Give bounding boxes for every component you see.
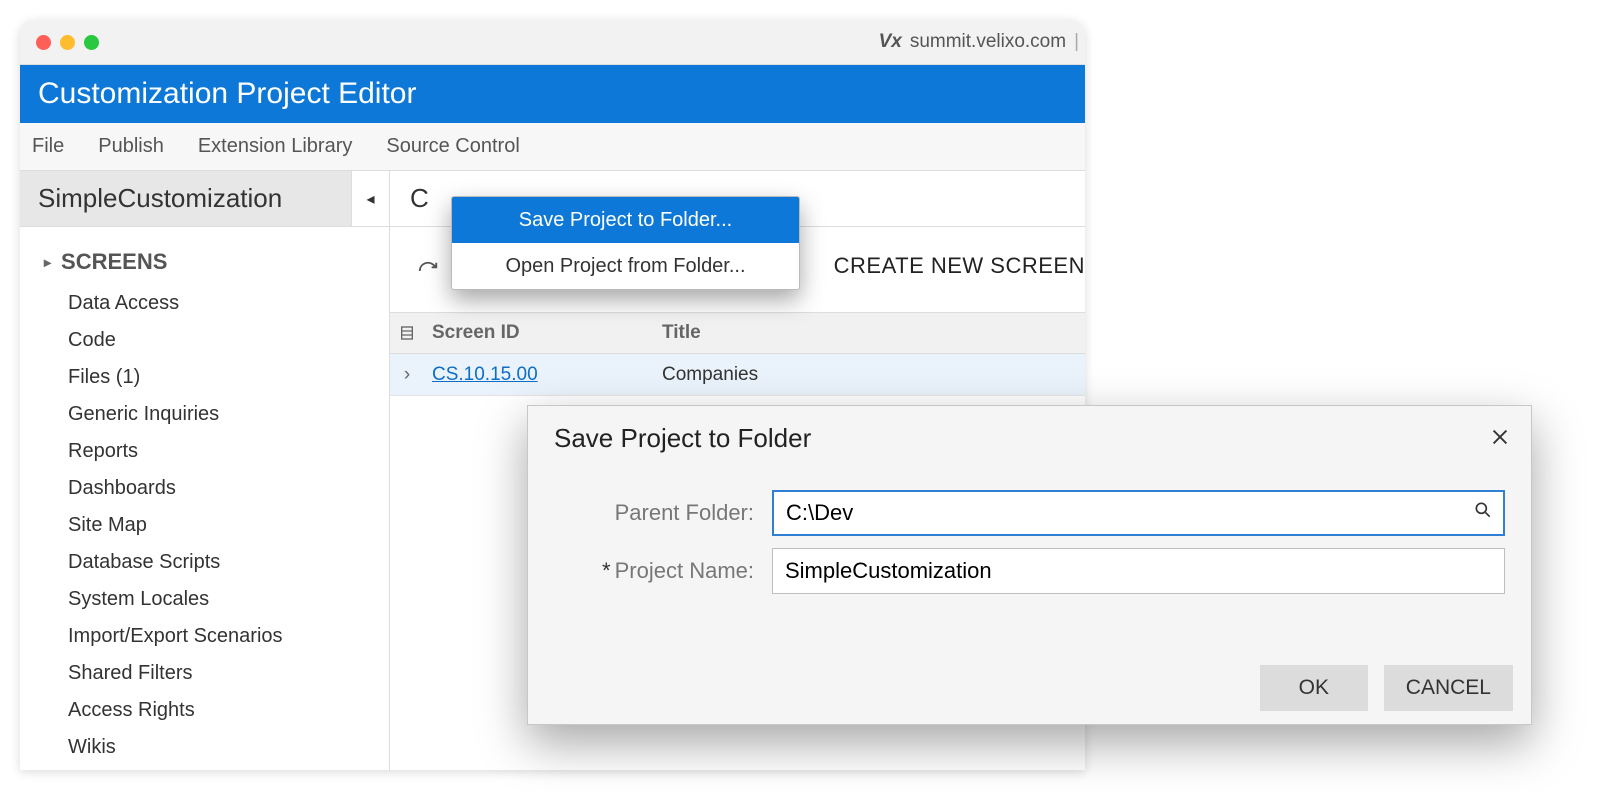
close-window-button[interactable]	[36, 35, 51, 50]
menu-open-project-from-folder[interactable]: Open Project from Folder...	[452, 243, 799, 289]
source-control-dropdown: Save Project to Folder... Open Project f…	[451, 196, 800, 290]
th-title[interactable]: Title	[654, 322, 1085, 344]
parent-folder-input[interactable]	[786, 500, 1491, 526]
dialog-header: Save Project to Folder	[528, 406, 1531, 470]
sidebar: SCREENS Data Access Code Files (1) Gener…	[20, 227, 390, 770]
address-bar: Vx summit.velixo.com |	[879, 20, 1079, 64]
sidebar-item-access-rights[interactable]: Access Rights	[20, 692, 389, 729]
sidebar-item-code[interactable]: Code	[20, 322, 389, 359]
titlebar: Vx summit.velixo.com |	[20, 20, 1085, 65]
sidebar-item-dashboards[interactable]: Dashboards	[20, 470, 389, 507]
project-name-label: *Project Name:	[554, 558, 754, 584]
ok-button[interactable]: OK	[1260, 665, 1368, 711]
menu-save-project-to-folder[interactable]: Save Project to Folder...	[452, 197, 799, 243]
dialog-close-button[interactable]	[1489, 424, 1511, 455]
sidebar-item-files[interactable]: Files (1)	[20, 359, 389, 396]
sidebar-item-database-scripts[interactable]: Database Scripts	[20, 544, 389, 581]
project-name-input[interactable]	[785, 558, 1492, 584]
url-text: summit.velixo.com	[910, 31, 1066, 53]
minimize-window-button[interactable]	[60, 35, 75, 50]
maximize-window-button[interactable]	[84, 35, 99, 50]
dialog-footer: OK CANCEL	[528, 652, 1531, 724]
dialog-title: Save Project to Folder	[554, 423, 811, 454]
sidebar-item-import-export[interactable]: Import/Export Scenarios	[20, 618, 389, 655]
refresh-icon[interactable]	[414, 257, 442, 285]
traffic-lights	[36, 35, 99, 50]
menu-extension-library[interactable]: Extension Library	[198, 135, 353, 158]
sidebar-collapse-toggle[interactable]: ◂	[352, 171, 390, 226]
sidebar-item-data-access[interactable]: Data Access	[20, 285, 389, 322]
sidebar-heading-screens[interactable]: SCREENS	[20, 245, 389, 285]
create-new-screen-button[interactable]: CREATE NEW SCREEN	[834, 253, 1085, 279]
td-title: Companies	[654, 364, 1085, 386]
sidebar-item-reports[interactable]: Reports	[20, 433, 389, 470]
table-row[interactable]: › CS.10.15.00 Companies	[390, 354, 1085, 396]
dialog-body: Parent Folder: *Project Name:	[528, 470, 1531, 652]
td-screen-id[interactable]: CS.10.15.00	[424, 364, 654, 386]
table-header: Screen ID Title	[390, 312, 1085, 354]
sidebar-item-generic-inquiries[interactable]: Generic Inquiries	[20, 396, 389, 433]
th-screen-id[interactable]: Screen ID	[424, 322, 654, 344]
vx-badge: Vx	[879, 31, 902, 53]
sidebar-item-wikis[interactable]: Wikis	[20, 729, 389, 766]
parent-folder-row: Parent Folder:	[554, 484, 1505, 542]
project-name-label: SimpleCustomization	[20, 171, 352, 226]
sidebar-item-shared-filters[interactable]: Shared Filters	[20, 655, 389, 692]
subheader-partial-text: C	[410, 183, 429, 214]
page-title: Customization Project Editor	[38, 77, 417, 111]
column-settings-icon[interactable]	[390, 325, 424, 341]
screen-id-link[interactable]: CS.10.15.00	[432, 364, 538, 385]
menu-source-control[interactable]: Source Control	[386, 135, 519, 158]
screens-table: Screen ID Title › CS.10.15.00 Companies	[390, 312, 1085, 396]
menu-bar: File Publish Extension Library Source Co…	[20, 123, 1085, 171]
cancel-button[interactable]: CANCEL	[1384, 665, 1513, 711]
sidebar-item-system-locales[interactable]: System Locales	[20, 581, 389, 618]
project-name-field[interactable]	[772, 548, 1505, 594]
parent-folder-label: Parent Folder:	[554, 500, 754, 526]
page-title-bar: Customization Project Editor	[20, 65, 1085, 123]
row-expand-icon[interactable]: ›	[390, 364, 424, 386]
project-name-row: *Project Name:	[554, 542, 1505, 600]
parent-folder-field[interactable]	[772, 490, 1505, 536]
sidebar-item-site-map[interactable]: Site Map	[20, 507, 389, 544]
browse-folder-icon[interactable]	[1473, 500, 1493, 526]
menu-file[interactable]: File	[32, 135, 64, 158]
save-project-dialog: Save Project to Folder Parent Folder: *P…	[527, 405, 1532, 725]
menu-publish[interactable]: Publish	[98, 135, 164, 158]
